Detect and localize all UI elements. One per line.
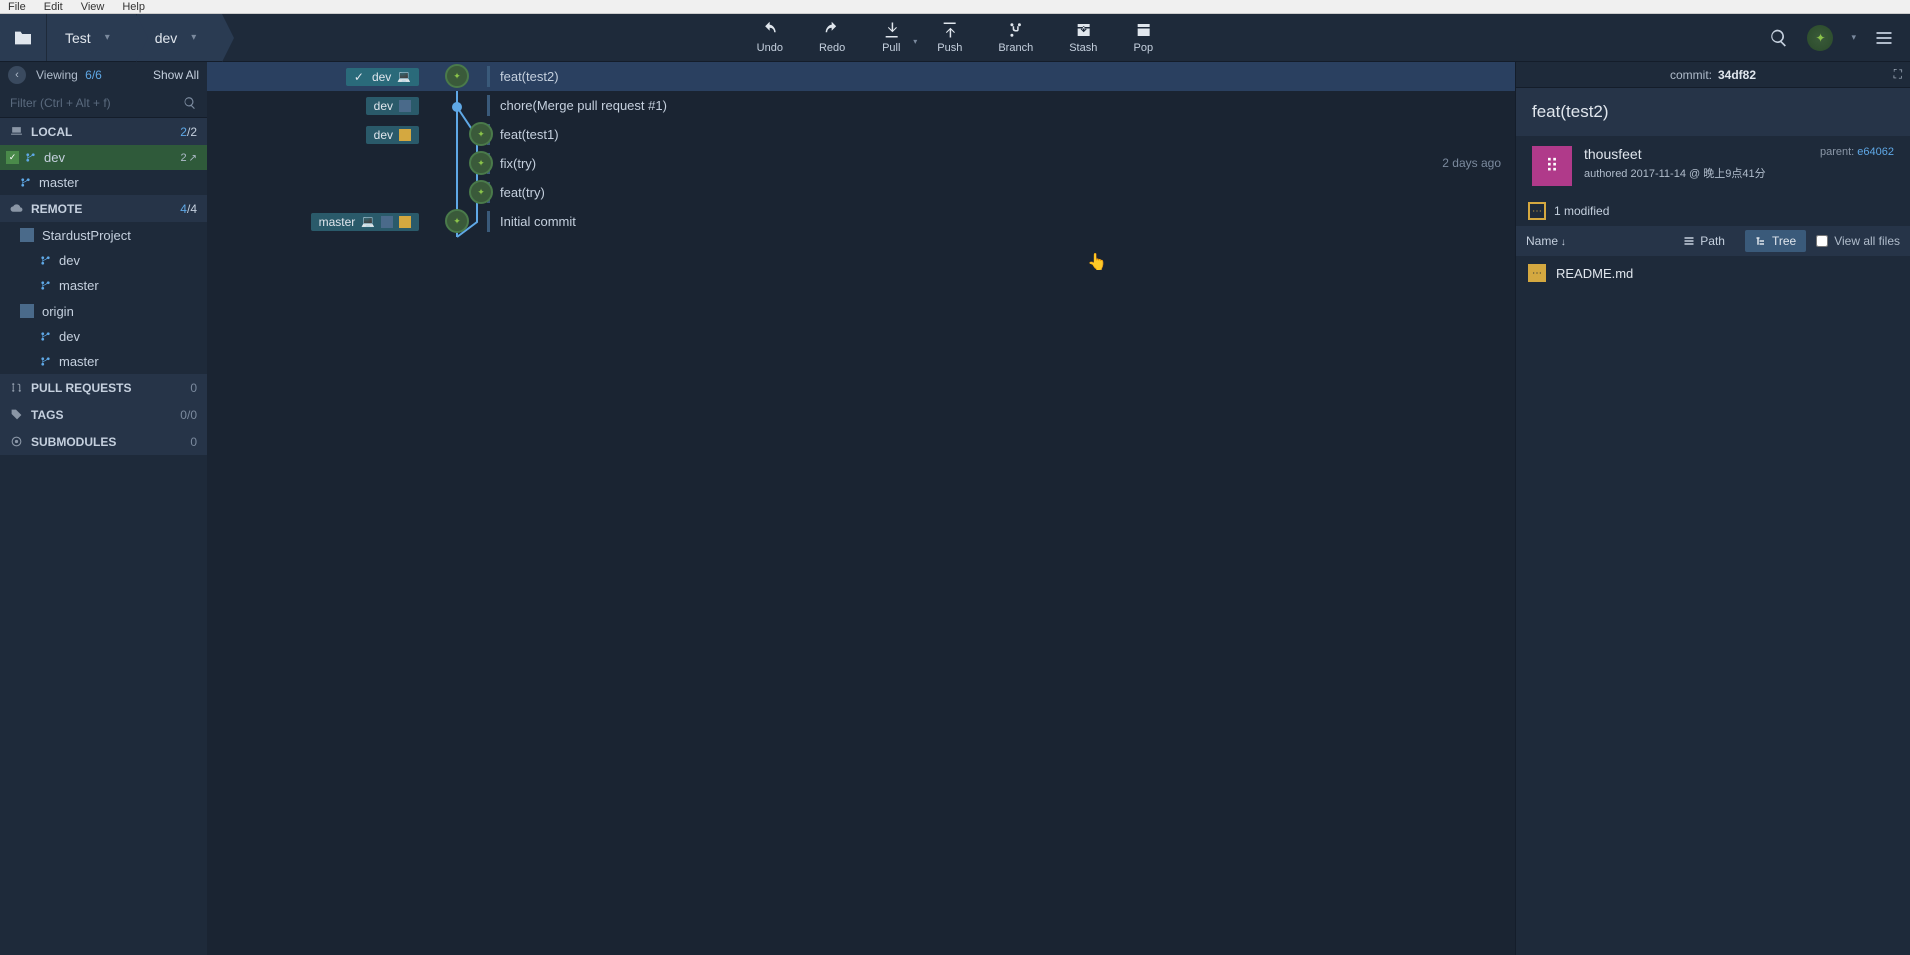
modified-icon: ⋯: [1528, 202, 1546, 220]
show-all-button[interactable]: Show All: [153, 68, 199, 82]
pull-button[interactable]: Pull▾: [873, 21, 909, 54]
sort-name-button[interactable]: Name: [1526, 234, 1566, 248]
tag-icon: [10, 408, 23, 421]
chevron-down-icon: ▾: [105, 32, 110, 43]
section-submodules[interactable]: SUBMODULES 0: [0, 428, 207, 455]
mouse-cursor: 👆: [1087, 252, 1107, 272]
commit-title: feat(test2): [1516, 88, 1910, 136]
redo-button[interactable]: Redo: [811, 21, 853, 54]
remote-origin[interactable]: origin: [0, 298, 207, 324]
branch-row-dev[interactable]: ✓dev2: [0, 145, 207, 170]
remote-branch-master[interactable]: master: [0, 349, 207, 374]
remote-StardustProject[interactable]: StardustProject: [0, 222, 207, 248]
push-button[interactable]: Push: [929, 21, 970, 54]
file-row[interactable]: ⋯README.md: [1516, 256, 1910, 290]
chevron-down-icon[interactable]: ▾: [1851, 32, 1856, 43]
remote-branch-dev[interactable]: dev: [0, 248, 207, 273]
parent-commit[interactable]: parent: e64062: [1820, 146, 1894, 186]
breadcrumb-repo[interactable]: Test▾: [47, 14, 136, 61]
sidebar: ‹ Viewing 6/6 Show All LOCAL 2/2 ✓dev2ma…: [0, 62, 207, 955]
filter-bar: [0, 88, 207, 118]
branch-row-master[interactable]: master: [0, 170, 207, 195]
maximize-icon[interactable]: ⛶: [1894, 67, 1902, 82]
author-avatar: [1532, 146, 1572, 186]
pr-icon: [10, 381, 23, 394]
stash-button[interactable]: Stash: [1061, 21, 1105, 54]
hamburger-icon[interactable]: [1874, 28, 1894, 48]
chevron-down-icon: ▾: [191, 32, 196, 43]
submodule-icon: [10, 435, 23, 448]
viewing-bar: ‹ Viewing 6/6 Show All: [0, 62, 207, 88]
detail-header: commit:34df82 ⛶: [1516, 62, 1910, 88]
section-tags[interactable]: TAGS 0/0: [0, 401, 207, 428]
modified-summary: ⋯ 1 modified: [1516, 196, 1910, 226]
commit-row[interactable]: master 💻 Initial commit: [207, 207, 1515, 236]
menu-view[interactable]: View: [81, 1, 105, 13]
view-path-button[interactable]: Path: [1673, 230, 1735, 252]
remote-branch-master[interactable]: master: [0, 273, 207, 298]
commit-graph: dev 💻feat(test2)dev chore(Merge pull req…: [207, 62, 1515, 955]
author-date: authored 2017-11-14 @ 晚上9点41分: [1584, 165, 1808, 181]
view-tree-button[interactable]: Tree: [1745, 230, 1806, 252]
section-pull-requests[interactable]: PULL REQUESTS 0: [0, 374, 207, 401]
undo-button[interactable]: Undo: [749, 21, 791, 54]
cloud-icon: [10, 202, 23, 215]
pop-button[interactable]: Pop: [1125, 21, 1161, 54]
open-folder-button[interactable]: [0, 14, 46, 61]
search-icon[interactable]: [1769, 28, 1789, 48]
toolbar: Test▾ dev▾ Undo Redo Pull▾ Push Branch S…: [0, 14, 1910, 62]
commit-row[interactable]: dev feat(test1): [207, 120, 1515, 149]
search-icon[interactable]: [183, 96, 197, 110]
commit-row[interactable]: dev 💻feat(test2): [207, 62, 1515, 91]
commit-row[interactable]: feat(try): [207, 178, 1515, 207]
user-avatar[interactable]: [1807, 25, 1833, 51]
author-name: thousfeet: [1584, 146, 1808, 162]
remote-branch-dev[interactable]: dev: [0, 324, 207, 349]
menu-edit[interactable]: Edit: [44, 1, 63, 13]
back-button[interactable]: ‹: [8, 66, 26, 84]
chevron-down-icon: ▾: [913, 37, 917, 46]
laptop-icon: [10, 125, 23, 138]
filter-input[interactable]: [10, 96, 183, 110]
breadcrumb-branch[interactable]: dev▾: [137, 14, 223, 61]
menu-file[interactable]: File: [8, 1, 26, 13]
section-remote[interactable]: REMOTE 4/4: [0, 195, 207, 222]
commit-detail-panel: commit:34df82 ⛶ feat(test2) thousfeet au…: [1515, 62, 1910, 955]
section-local[interactable]: LOCAL 2/2: [0, 118, 207, 145]
menu-bar: File Edit View Help: [0, 0, 1910, 14]
view-all-files-checkbox[interactable]: View all files: [1816, 234, 1900, 248]
commit-row[interactable]: dev chore(Merge pull request #1): [207, 91, 1515, 120]
file-toolbar: Name Path Tree View all files: [1516, 226, 1910, 256]
branch-button[interactable]: Branch: [990, 21, 1041, 54]
commit-row[interactable]: fix(try)2 days ago: [207, 149, 1515, 178]
menu-help[interactable]: Help: [122, 1, 145, 13]
